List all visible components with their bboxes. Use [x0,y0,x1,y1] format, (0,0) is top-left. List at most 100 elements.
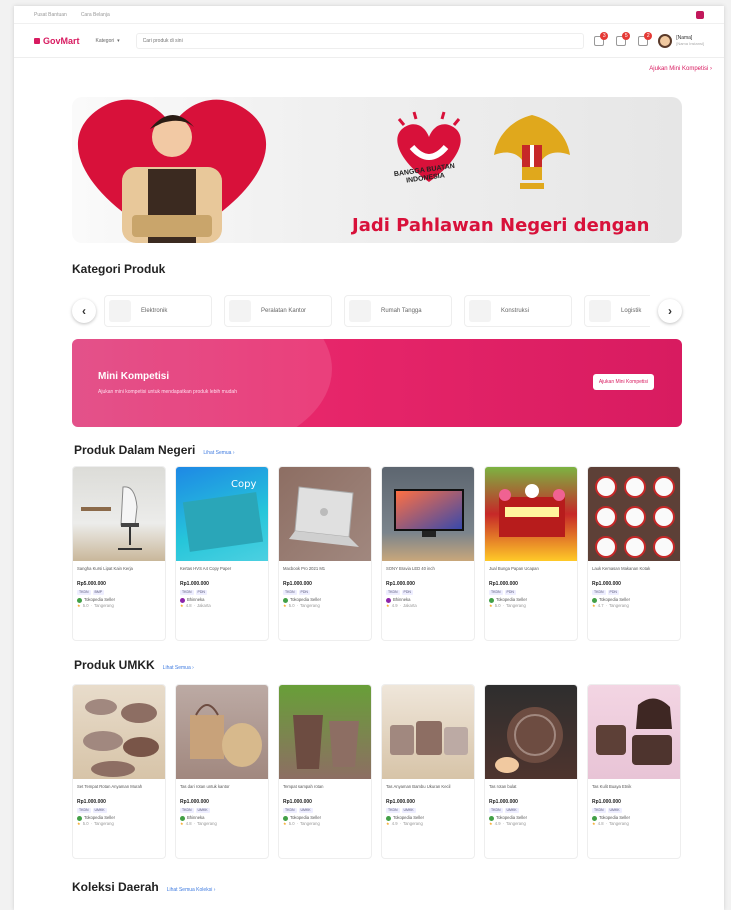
produk-umkk-heading: Produk UMKK [74,658,155,672]
product-name: Tas dari rotan untuk kantor [180,784,230,789]
koleksi-daerah-heading: Koleksi Daerah [72,880,159,894]
marketplace-page: Pusat Bantuan Cara Belanja GovMart Kateg… [14,6,724,910]
star-icon: ★ [592,603,596,609]
hero-banner[interactable]: BANGGA BUATAN INDONESIA Jadi Pahlawan Ne… [72,97,682,243]
location: Tangerang [609,821,629,827]
notification-icon[interactable]: 5 [616,31,631,46]
user-institution: [Nama Instansi] [676,41,704,47]
product-tag: UMKK [607,808,622,814]
chat-icon[interactable]: 2 [638,31,653,46]
product-image-copy-paper: Copy [176,467,268,561]
star-icon: ★ [489,603,493,609]
product-card[interactable]: Tempat sampah rotan Rp1.000.000 TKDN UMKK… [278,684,372,859]
product-image-rattan-bag [176,685,268,779]
see-all-dalam-negeri-link[interactable]: Lihat Semua › [203,450,234,456]
chevron-left-icon[interactable]: ‹ [72,299,96,323]
star-icon: ★ [283,603,287,609]
product-tag: UMKK [504,808,519,814]
header-icons: 3 5 2 [594,31,653,46]
user-menu[interactable]: [Nama] [Nama Instansi] [658,33,704,48]
product-name: Tas rotan bulat [489,784,517,789]
category-dropdown[interactable]: Kategori ▾ [90,35,126,47]
see-all-koleksi-link[interactable]: Lihat Semua Koleksi › [167,887,216,893]
product-image-food-boxes [588,467,680,561]
cart-icon[interactable]: 3 [594,31,609,46]
product-card[interactable]: Copy Kertas HVS A4 Copy Paper Rp1.000.00… [175,466,269,641]
category-item-rumah-tangga[interactable]: Rumah Tangga [344,295,452,327]
product-card[interactable]: Lauk Kemasan Makanan Kotak Rp1.000.000 T… [587,466,681,641]
category-label: Peralatan Kantor [261,308,307,314]
produk-dalam-negeri-heading: Produk Dalam Negeri [74,443,196,457]
chevron-right-icon: › [710,66,712,72]
product-card[interactable]: Tas Anyaman Bambu Ukuran Kecil Rp1.000.0… [381,684,475,859]
category-item-logistik[interactable]: Logistik [584,295,650,327]
product-card[interactable]: Sangha Kursi Lipat Kain Kerja Rp5.000.00… [72,466,166,641]
product-card[interactable]: Tas Kulit Buaya Etnik Rp1.000.000 TKDN UM… [587,684,681,859]
produk-dalam-negeri-list: Sangha Kursi Lipat Kain Kerja Rp5.000.00… [72,466,684,641]
chevron-right-icon[interactable]: › [658,299,682,323]
product-price: Rp1.000.000 [283,799,312,805]
ajukan-mini-kompetisi-button[interactable]: Ajukan Mini Kompetisi [592,374,654,390]
banner-headline: Jadi Pahlawan Negeri dengan [352,215,650,236]
location: Tangerang [197,821,217,827]
category-label: Logistik [621,308,642,314]
rating-value: 4.8 [185,821,192,827]
product-card[interactable]: Jual Bunga Papan Ucapan Rp1.000.000 TKDN… [484,466,578,641]
product-card[interactable]: SONY Bravia LED 40 inch Rp1.000.000 TKDN… [381,466,475,641]
govmart-logo[interactable]: GovMart [34,36,80,46]
product-card[interactable]: Tas rotan bulat Rp1.000.000 TKDN UMKK Tok… [484,684,578,859]
product-name: SONY Bravia LED 40 inch [386,566,435,571]
product-image-tv [382,467,474,561]
see-all-umkk-link[interactable]: Lihat Semua › [163,665,194,671]
avatar [658,33,673,48]
cart-count-badge: 3 [600,31,609,40]
product-card[interactable]: Tas dari rotan untuk kantor Rp1.000.000 … [175,684,269,859]
how-to-buy-link[interactable]: Cara Belanja [81,12,110,18]
rating-value: 4.7 [597,603,604,609]
product-tag: TKDN [283,590,297,596]
location: Tangerang [609,603,629,609]
product-image-office-chair [73,467,165,561]
rating-value: 4.9 [391,821,398,827]
help-link[interactable]: Pusat Bantuan [34,12,67,18]
search-input[interactable] [135,32,585,49]
category-item-konstruksi[interactable]: Konstruksi [464,295,572,327]
rating-value: 4.8 [185,603,192,609]
star-icon: ★ [386,821,390,827]
location: Tangerang [300,821,320,827]
product-tag: TKDN [386,808,400,814]
product-image-round-rattan-bag [485,685,577,779]
star-icon: ★ [180,821,184,827]
product-tag: UMKK [401,808,416,814]
category-dropdown-label: Kategori [95,37,115,44]
produk-umkk-list: Set Tempat Rotan Anyaman Murah Rp1.000.0… [72,684,684,859]
star-icon: ★ [489,821,493,827]
mini-kompetisi-description: Ajukan mini kompetisi untuk mendapatkan … [98,389,237,395]
product-image-laptop [279,467,371,561]
logo-mark-icon [34,37,40,44]
rating-value: 5.0 [288,603,295,609]
rating-value: 5.0 [82,603,89,609]
category-label: Rumah Tangga [381,308,422,314]
product-card[interactable]: Macbook Pro 2021 M1 Rp1.000.000 TKDN PDN … [278,466,372,641]
location: Jakarta [197,603,211,609]
product-image-flower-board [485,467,577,561]
category-item-elektronik[interactable]: Elektronik [104,295,212,327]
product-image-rattan-set [73,685,165,779]
location: Tangerang [506,821,526,827]
mini-kompetisi-title: Mini Kompetisi [98,371,170,382]
category-label: Konstruksi [501,308,530,314]
product-tag: TKDN [592,808,606,814]
location: Tangerang [94,821,114,827]
product-card[interactable]: Set Tempat Rotan Anyaman Murah Rp1.000.0… [72,684,166,859]
product-tag: TKDN [77,590,91,596]
product-name: Set Tempat Rotan Anyaman Murah [77,784,143,789]
category-item-peralatan-kantor[interactable]: Peralatan Kantor [224,295,332,327]
mini-kompetisi-top-link[interactable]: Ajukan Mini Kompetisi › [649,66,712,72]
product-tag: PDN [195,590,207,596]
product-tag: TKDN [489,590,503,596]
category-thumbnail [109,300,131,322]
bell-icon[interactable] [696,10,704,19]
seller-icon [77,597,82,603]
seller-icon [77,815,82,821]
